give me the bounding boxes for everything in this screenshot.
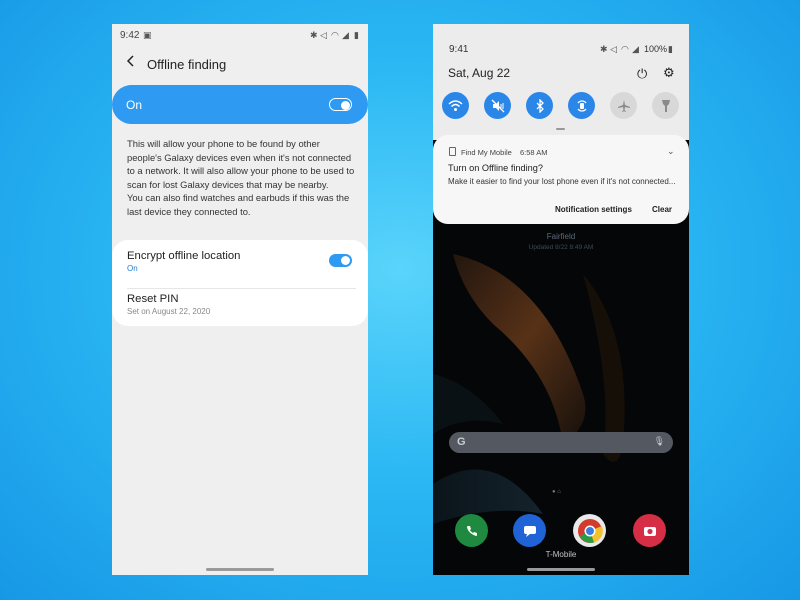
page-indicator: ● ⌂ xyxy=(552,489,561,495)
home-indicator[interactable] xyxy=(527,568,595,571)
settings-card: Encrypt offline location On Reset PIN Se… xyxy=(112,240,368,326)
status-bar: 9:41 ✱ ◁ ◠ ◢ 100% ▮ xyxy=(433,24,689,55)
carrier-label: T-Mobile xyxy=(545,550,577,559)
description-paragraph: This will allow your phone to be found b… xyxy=(127,138,355,190)
description-paragraph: You can also find watches and earbuds if… xyxy=(127,192,350,217)
app-bar: Offline finding xyxy=(112,48,368,82)
notification-card[interactable]: Find My Mobile 6:58 AM ⌄ Turn on Offline… xyxy=(433,135,689,224)
mute-icon: ◁ xyxy=(320,30,327,40)
signal-icon: ◢ xyxy=(342,30,349,40)
weather-city: Fairfield xyxy=(546,232,576,241)
notification-time: 6:58 AM xyxy=(520,148,548,157)
image-icon: ▣ xyxy=(143,30,152,40)
status-bar: 9:42 ▣ ✱ ◁ ◠ ◢ ▮ xyxy=(112,24,368,46)
power-icon[interactable]: ⏻ xyxy=(637,66,647,82)
toggle-knob xyxy=(340,100,350,110)
battery-icon: ▮ xyxy=(668,44,673,54)
wifi-icon: ◠ xyxy=(331,30,339,40)
bluetooth-icon: ✱ xyxy=(600,44,608,54)
google-search-bar[interactable]: G 🎙 xyxy=(449,432,673,453)
setting-subtitle: Set on August 22, 2020 xyxy=(127,307,211,316)
find-my-mobile-icon xyxy=(449,147,456,156)
phone-icon[interactable] xyxy=(455,514,488,547)
auto-rotate-icon[interactable] xyxy=(568,92,595,119)
mute-icon: ◁ xyxy=(610,44,617,54)
divider xyxy=(127,288,356,289)
flashlight-icon[interactable] xyxy=(652,92,679,119)
chrome-icon[interactable] xyxy=(573,514,606,547)
battery-icon: ▮ xyxy=(354,30,359,40)
notification-settings-button[interactable]: Notification settings xyxy=(555,205,632,214)
page-title: Offline finding xyxy=(147,57,227,72)
wifi-icon[interactable] xyxy=(442,92,469,119)
gear-icon[interactable]: ⚙ xyxy=(663,65,675,81)
battery-percent: 100% xyxy=(644,44,668,54)
reset-pin-row[interactable]: Reset PIN Set on August 22, 2020 xyxy=(127,293,368,323)
clear-button[interactable]: Clear xyxy=(652,205,672,214)
offline-finding-settings-screen: 9:42 ▣ ✱ ◁ ◠ ◢ ▮ Offline finding On This… xyxy=(112,24,368,575)
messages-icon[interactable] xyxy=(513,514,546,547)
notification-app-name: Find My Mobile xyxy=(461,148,512,157)
master-switch-bar[interactable]: On xyxy=(112,85,368,124)
wifi-icon: ◠ xyxy=(621,44,629,54)
back-arrow-icon[interactable] xyxy=(124,54,142,74)
notification-body: Make it easier to find your lost phone e… xyxy=(448,177,676,186)
weather-updated: Updated 8/22 8:49 AM xyxy=(528,244,594,251)
date-label: Sat, Aug 22 xyxy=(448,66,511,80)
master-switch-label: On xyxy=(126,98,143,112)
bluetooth-icon[interactable] xyxy=(526,92,553,119)
status-time: 9:41 xyxy=(449,44,469,55)
encrypt-offline-location-row[interactable]: Encrypt offline location On xyxy=(127,250,368,284)
home-indicator[interactable] xyxy=(206,568,274,571)
signal-icon: ◢ xyxy=(632,44,639,54)
description: This will allow your phone to be found b… xyxy=(127,137,357,218)
quick-panel: 9:41 ✱ ◁ ◠ ◢ 100% ▮ Sat, Aug 22 ⏻ ⚙ xyxy=(433,24,689,140)
status-time: 9:42 xyxy=(120,30,140,41)
master-toggle[interactable] xyxy=(329,98,352,111)
chevron-down-icon[interactable]: ⌄ xyxy=(667,146,675,157)
panel-handle[interactable] xyxy=(556,128,565,130)
setting-title: Reset PIN xyxy=(127,293,179,305)
camera-icon[interactable] xyxy=(633,514,666,547)
bluetooth-icon: ✱ xyxy=(310,30,318,40)
airplane-mode-icon[interactable] xyxy=(610,92,637,119)
encrypt-toggle[interactable] xyxy=(329,254,352,267)
lockscreen-notification-screen: Fairfield Updated 8/22 8:49 AM G 🎙 ● ⌂ T… xyxy=(433,24,689,575)
toggle-knob xyxy=(341,256,350,265)
google-g-icon: G xyxy=(457,436,466,448)
notification-title: Turn on Offline finding? xyxy=(448,163,543,173)
sound-mute-icon[interactable] xyxy=(484,92,511,119)
microphone-icon[interactable]: 🎙 xyxy=(654,436,665,447)
